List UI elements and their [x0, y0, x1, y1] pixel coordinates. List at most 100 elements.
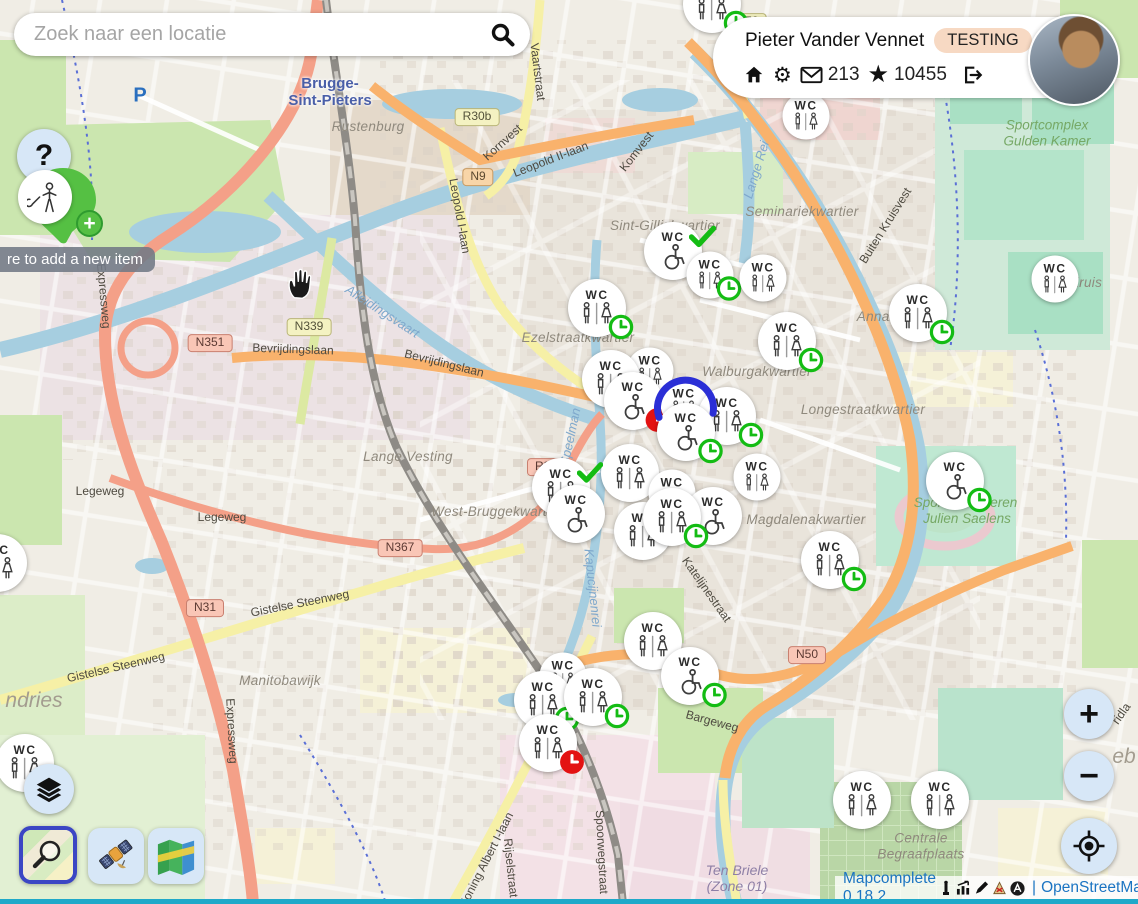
- pin-wc-label: WC: [699, 259, 722, 271]
- geolocate-button[interactable]: [1061, 818, 1117, 874]
- pin-wc-label: WC: [776, 322, 799, 334]
- openstreetmap-link[interactable]: OpenStreetMap: [1041, 879, 1138, 897]
- edit-pencil-icon[interactable]: [974, 880, 989, 896]
- toilet-pin[interactable]: WC: [568, 279, 626, 337]
- home-icon[interactable]: [743, 64, 765, 86]
- background-osm-carto-button[interactable]: [19, 826, 77, 884]
- toilet-pin[interactable]: WC: [643, 488, 701, 546]
- pin-wc-label: WC: [716, 397, 739, 409]
- pin-wc-label: WC: [907, 294, 930, 306]
- pin-wc-label: WC: [642, 622, 665, 634]
- pin-wc-label: WC: [795, 100, 818, 112]
- pin-wc-label: WC: [702, 496, 725, 508]
- theme-flag-icon[interactable]: [992, 880, 1007, 896]
- toilet-pin[interactable]: WC: [1032, 256, 1079, 303]
- pin-wc-label: WC: [537, 724, 560, 736]
- message-count: 213: [828, 64, 860, 86]
- pin-wc-label: WC: [746, 461, 769, 473]
- attribution-separator: |: [1032, 879, 1036, 897]
- add-item-icon[interactable]: [18, 170, 72, 224]
- toilet-pin[interactable]: WC: [547, 485, 605, 543]
- pin-wc-label: WC: [1044, 263, 1067, 275]
- clock-green-badge: [841, 566, 867, 592]
- pin-wc-label: WC: [679, 656, 702, 668]
- clock-green-badge: [683, 523, 709, 549]
- layers-button[interactable]: [24, 764, 74, 814]
- toilet-pin[interactable]: WC: [911, 771, 969, 829]
- toilet-pin[interactable]: WC: [687, 252, 734, 299]
- pin-wc-label: WC: [819, 541, 842, 553]
- toilet-pin[interactable]: WC: [661, 647, 719, 705]
- pin-wc-label: WC: [944, 461, 967, 473]
- add-plus-icon[interactable]: +: [76, 210, 103, 237]
- pin-wc-label: WC: [752, 262, 775, 274]
- pin-wc-label: WC: [673, 388, 696, 400]
- pin-wc-label: WC: [565, 494, 588, 506]
- statue-icon[interactable]: [939, 880, 953, 896]
- pin-wc-label: WC: [552, 660, 575, 672]
- statistics-icon[interactable]: [956, 880, 971, 896]
- toilet-pin[interactable]: WC: [734, 454, 781, 501]
- attribution-bar: Mapcomplete 0.18.2 | OpenStreetMap: [835, 876, 1138, 899]
- pin-wc-label: WC: [662, 231, 685, 243]
- toilet-pin[interactable]: WC: [564, 668, 622, 726]
- star-icon: ★: [868, 63, 890, 87]
- toilet-pin[interactable]: WC: [833, 771, 891, 829]
- zoom-out-button[interactable]: −: [1064, 751, 1114, 801]
- zoom-in-button[interactable]: +: [1064, 689, 1114, 739]
- search-icon[interactable]: [490, 22, 516, 48]
- pin-wc-label: WC: [0, 544, 10, 556]
- magnifier-icon: [31, 838, 65, 872]
- bottom-accent-bar: [0, 899, 1138, 904]
- user-name[interactable]: Pieter Vander Vennet: [745, 30, 924, 52]
- clock-green-badge: [798, 347, 824, 373]
- search-input[interactable]: [32, 22, 490, 47]
- testing-badge: TESTING: [934, 28, 1032, 53]
- toilet-pin[interactable]: WC: [519, 714, 577, 772]
- pin-wc-label: WC: [851, 781, 874, 793]
- pin-wc-label: WC: [661, 498, 684, 510]
- clock-green-badge: [738, 422, 764, 448]
- toilet-pin[interactable]: WC: [801, 531, 859, 589]
- crosshair-icon: [1072, 829, 1106, 863]
- search-bar: [14, 13, 530, 56]
- star-count: 10455: [894, 64, 947, 86]
- pin-wc-label: WC: [14, 744, 37, 756]
- layers-icon: [35, 774, 63, 804]
- pin-wc-label: WC: [675, 412, 698, 424]
- toilet-pin[interactable]: WC: [758, 312, 816, 370]
- clock-green-badge: [701, 682, 727, 708]
- clock-green-badge: [697, 438, 723, 464]
- pin-wc-label: WC: [586, 289, 609, 301]
- settings-gear-icon[interactable]: ⚙: [773, 65, 792, 86]
- pin-wc-label: WC: [619, 454, 642, 466]
- background-map-button[interactable]: [148, 828, 204, 884]
- clock-green-badge: [966, 487, 992, 513]
- toilet-pin[interactable]: WC: [657, 403, 715, 461]
- messages-envelope-icon[interactable]: [800, 65, 823, 85]
- community-icon[interactable]: [1010, 880, 1025, 896]
- toilet-pin[interactable]: WC: [604, 372, 662, 430]
- logout-icon[interactable]: [961, 64, 984, 86]
- clock-green-badge: [608, 314, 634, 340]
- background-aerial-button[interactable]: [88, 828, 144, 884]
- clock-green-badge: [716, 276, 742, 302]
- pin-wc-label: WC: [600, 360, 623, 372]
- add-item-tooltip: re to add a new item: [0, 247, 155, 272]
- folded-map-icon: [156, 837, 196, 875]
- pin-wc-label: WC: [582, 678, 605, 690]
- clock-green-badge: [604, 703, 630, 729]
- user-avatar[interactable]: [1028, 14, 1120, 106]
- toilet-pin[interactable]: WC: [926, 452, 984, 510]
- pin-wc-label: WC: [929, 781, 952, 793]
- check-badge: [577, 460, 603, 486]
- pin-wc-label: WC: [661, 477, 684, 489]
- pin-wc-label: WC: [550, 468, 573, 480]
- toilet-pin[interactable]: WC: [740, 255, 787, 302]
- check-badge: [689, 224, 715, 250]
- toilet-pin[interactable]: WC: [889, 284, 947, 342]
- clock-red-badge: [559, 749, 585, 775]
- toilet-pin[interactable]: WC: [783, 93, 830, 140]
- pin-wc-label: WC: [622, 381, 645, 393]
- clock-green-badge: [929, 319, 955, 345]
